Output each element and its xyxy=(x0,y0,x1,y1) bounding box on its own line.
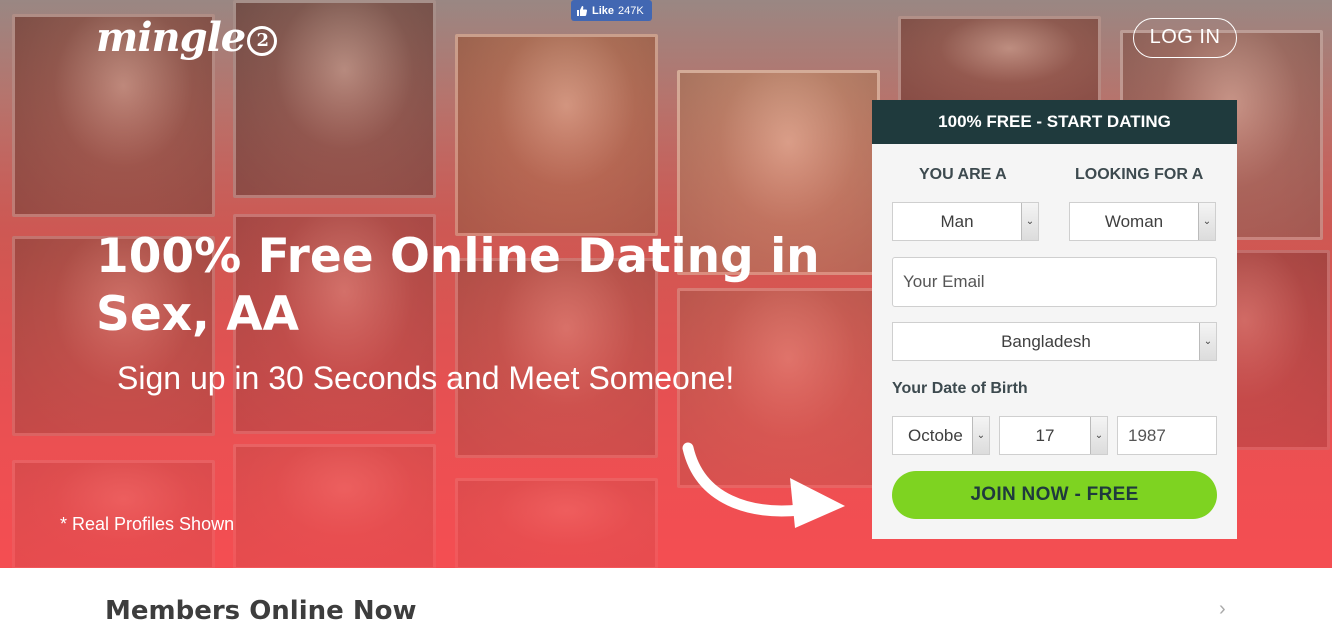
members-online-heading: Members Online Now xyxy=(105,596,417,626)
gender-select-value: Man xyxy=(940,211,974,231)
mingle2-logo[interactable]: mingle 2 xyxy=(96,14,278,61)
seeking-select-value: Woman xyxy=(1104,211,1164,231)
dob-label: Your Date of Birth xyxy=(892,380,1028,397)
chevron-down-icon: ⌄ xyxy=(1090,417,1107,454)
profile-photo xyxy=(455,34,658,236)
logo-number: 2 xyxy=(247,26,278,56)
logo-text: mingle xyxy=(96,14,246,61)
you-are-label: YOU ARE A xyxy=(919,166,1007,183)
dob-year-field[interactable]: 1987 xyxy=(1117,416,1217,455)
profile-photo xyxy=(233,444,436,568)
chevron-down-icon: ⌄ xyxy=(1198,203,1215,240)
profile-photo xyxy=(898,16,1101,106)
gender-select[interactable]: Man ⌄ xyxy=(892,202,1039,241)
facebook-like-button[interactable]: Like 247K xyxy=(571,0,652,21)
login-button[interactable]: LOG IN xyxy=(1133,18,1237,58)
chevron-down-icon: ⌄ xyxy=(1021,203,1038,240)
curved-arrow-icon xyxy=(682,442,845,528)
dob-month-select[interactable]: Octobe ⌄ xyxy=(892,416,990,455)
hero-subheadline: Sign up in 30 Seconds and Meet Someone! xyxy=(117,360,735,396)
dob-year-value: 1987 xyxy=(1128,425,1166,445)
dob-day-value: 17 xyxy=(1035,425,1055,445)
profile-photo xyxy=(455,478,658,568)
fb-like-count: 247K xyxy=(618,4,644,17)
real-profiles-note: * Real Profiles Shown xyxy=(60,514,235,534)
join-now-button[interactable]: JOIN NOW - FREE xyxy=(892,471,1217,519)
email-field[interactable]: Your Email xyxy=(892,257,1217,307)
dob-day-select[interactable]: 17 ⌄ xyxy=(999,416,1108,455)
email-placeholder: Your Email xyxy=(903,272,985,291)
country-select-value: Bangladesh xyxy=(1001,331,1091,351)
dob-month-value: Octobe xyxy=(908,425,963,445)
fb-like-label: Like xyxy=(592,4,615,17)
page-headline: 100% Free Online Dating in Sex, AA xyxy=(96,229,820,342)
chevron-down-icon: ⌄ xyxy=(972,417,989,454)
seeking-select[interactable]: Woman ⌄ xyxy=(1069,202,1216,241)
country-select[interactable]: Bangladesh ⌄ xyxy=(892,322,1217,361)
signup-panel-title: 100% FREE - START DATING xyxy=(872,100,1237,144)
chevron-right-icon[interactable]: › xyxy=(1219,598,1226,621)
looking-for-label: LOOKING FOR A xyxy=(1075,166,1204,183)
chevron-down-icon: ⌄ xyxy=(1199,323,1216,360)
thumbs-up-icon xyxy=(577,5,588,16)
signup-panel: 100% FREE - START DATING YOU ARE A LOOKI… xyxy=(872,100,1237,539)
hero-section: mingle 2 Like 247K LOG IN 100% Free Onlin… xyxy=(0,0,1332,568)
